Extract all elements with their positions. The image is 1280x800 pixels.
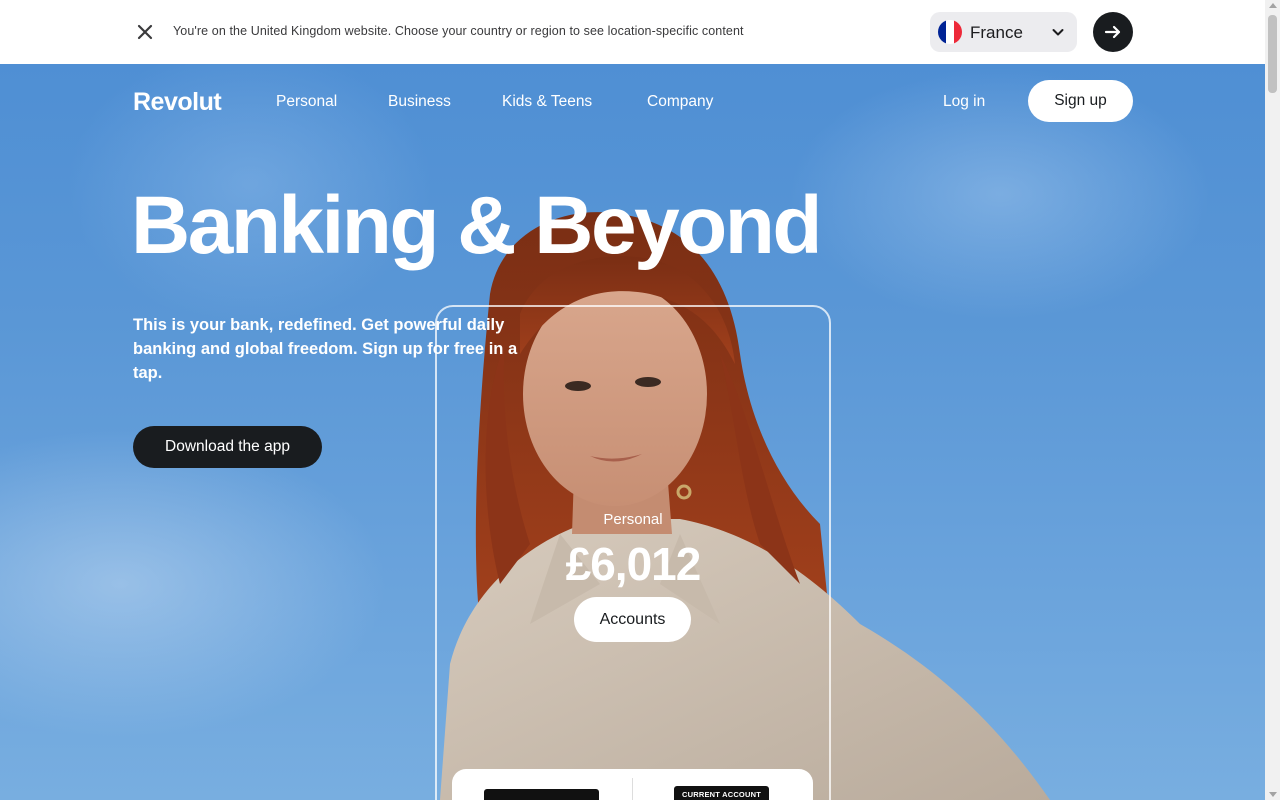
country-banner: You're on the United Kingdom website. Ch… xyxy=(0,0,1265,64)
card-divider xyxy=(632,778,633,800)
revolut-logo[interactable]: Revolut xyxy=(133,88,222,117)
hero-headline: Banking & Beyond xyxy=(131,180,822,271)
nav-item-business[interactable]: Business xyxy=(388,93,451,111)
scroll-down-icon[interactable] xyxy=(1268,792,1277,797)
scroll-up-icon[interactable] xyxy=(1268,3,1277,8)
chevron-down-icon xyxy=(1052,29,1064,36)
nav-item-company[interactable]: Company xyxy=(647,93,713,111)
download-app-button[interactable]: Download the app xyxy=(133,426,322,468)
signup-button[interactable]: Sign up xyxy=(1028,80,1133,122)
accounts-button[interactable]: Accounts xyxy=(574,597,691,642)
hero-subtext: This is your bank, redefined. Get powerf… xyxy=(133,316,518,382)
arrow-right-icon xyxy=(1104,25,1121,39)
banner-message: You're on the United Kingdom website. Ch… xyxy=(173,24,744,38)
account-label: Personal xyxy=(603,511,663,528)
login-link[interactable]: Log in xyxy=(943,93,985,111)
card-thumbnail xyxy=(484,789,599,800)
scrollbar-thumb[interactable] xyxy=(1268,15,1277,93)
close-icon[interactable] xyxy=(134,21,156,43)
nav-item-kids-teens[interactable]: Kids & Teens xyxy=(502,93,592,111)
page-scrollbar[interactable] xyxy=(1265,0,1280,800)
country-select-value: France xyxy=(970,23,1023,42)
france-flag-icon xyxy=(938,20,962,44)
country-select[interactable]: France xyxy=(930,12,1077,52)
go-to-country-button[interactable] xyxy=(1093,12,1133,52)
nav-item-personal[interactable]: Personal xyxy=(276,93,337,111)
account-balance: £6,012 xyxy=(565,538,702,590)
current-account-card: CURRENT ACCOUNT xyxy=(674,786,769,800)
